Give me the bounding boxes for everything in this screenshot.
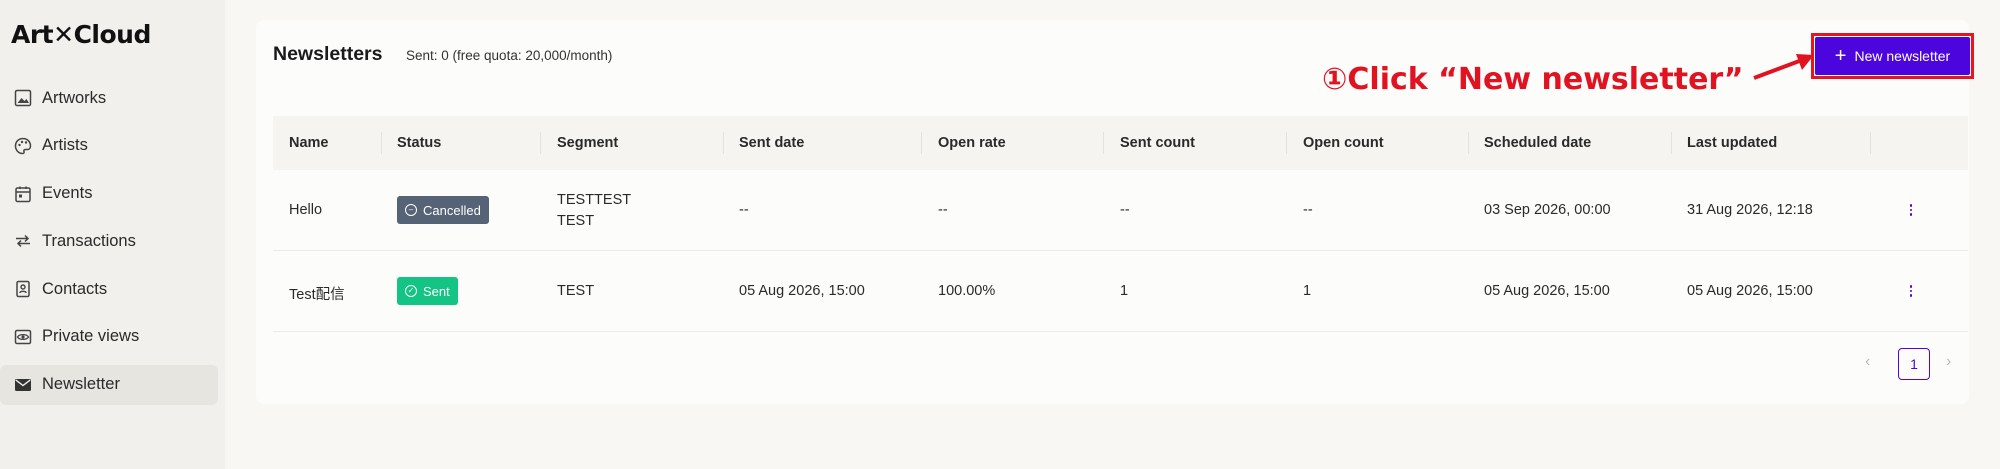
column-separator <box>1671 132 1672 154</box>
eye-icon <box>14 329 32 345</box>
column-header-last-updated: Last updated <box>1687 135 1778 151</box>
sidebar-item-private-views[interactable]: Private views <box>0 317 218 357</box>
calendar-icon <box>15 186 31 202</box>
column-header-scheduled-date: Scheduled date <box>1484 135 1592 151</box>
column-separator <box>1468 132 1469 154</box>
cell-sent-date: 05 Aug 2026, 15:00 <box>739 283 865 299</box>
cell-open-count: -- <box>1303 202 1313 218</box>
cell-scheduled-date: 05 Aug 2026, 15:00 <box>1484 283 1610 299</box>
cell-open-count: 1 <box>1303 283 1312 299</box>
table-header: Name Status Segment Sent date Open rate … <box>273 116 1968 170</box>
sidebar-item-artists[interactable]: Artists <box>0 126 218 166</box>
sidebar-item-label: Transactions <box>42 231 136 250</box>
new-newsletter-label: New newsletter <box>1854 48 1951 64</box>
column-separator <box>723 132 724 154</box>
cell-segment: TESTTEST <box>557 192 632 208</box>
cell-scheduled-date: 03 Sep 2026, 00:00 <box>1484 202 1611 218</box>
cell-open-rate: 100.00% <box>938 283 996 299</box>
status-badge: – Cancelled <box>397 196 489 224</box>
cell-open-rate: -- <box>938 202 948 218</box>
cell-last-updated: 31 Aug 2026, 12:18 <box>1687 202 1813 218</box>
sidebar-item-transactions[interactable]: Transactions <box>0 221 218 261</box>
cell-segment: TEST <box>557 283 595 299</box>
mail-icon <box>15 378 31 391</box>
cancel-icon: – <box>405 204 417 216</box>
annotation-arrow-icon <box>1753 54 1814 80</box>
image-icon <box>14 89 32 107</box>
column-separator <box>540 132 541 154</box>
cell-sent-count: -- <box>1120 202 1130 218</box>
column-separator <box>1286 132 1287 154</box>
sidebar-item-label: Newsletter <box>42 375 120 394</box>
sidebar-nav: Artworks Artists Events Transactions Con… <box>0 78 225 413</box>
cell-name[interactable]: Test配信 <box>289 283 345 304</box>
contact-icon <box>16 280 30 298</box>
column-header-open-rate: Open rate <box>938 135 1006 151</box>
status-label: Cancelled <box>423 202 481 218</box>
chevron-right-icon[interactable]: › <box>1946 353 1951 371</box>
column-header-sent-date: Sent date <box>739 135 805 151</box>
sidebar-item-label: Artworks <box>42 88 107 107</box>
column-separator <box>1103 132 1104 154</box>
cell-sent-count: 1 <box>1120 283 1129 299</box>
cell-sent-date: -- <box>739 202 749 218</box>
sidebar-item-label: Private views <box>42 327 140 346</box>
table-row[interactable]: Hello – Cancelled TESTTEST TEST -- -- --… <box>273 170 1968 251</box>
column-separator <box>921 132 922 154</box>
sidebar-item-label: Artists <box>42 136 88 155</box>
status-badge: ✓ Sent <box>397 277 458 305</box>
pagination-page[interactable]: 1 <box>1898 348 1930 380</box>
check-icon: ✓ <box>405 285 417 297</box>
chevron-left-icon[interactable]: ‹ <box>1865 353 1870 371</box>
cell-last-updated: 05 Aug 2026, 15:00 <box>1687 283 1813 299</box>
row-menu-icon[interactable] <box>1903 200 1919 220</box>
quota-text: Sent: 0 (free quota: 20,000/month) <box>406 48 613 63</box>
cell-segment: TEST <box>557 213 595 229</box>
instruction-annotation: ①Click “New newsletter” <box>1322 62 1744 97</box>
sidebar-item-artworks[interactable]: Artworks <box>0 78 218 118</box>
page-title: Newsletters <box>273 43 383 65</box>
palette-icon <box>14 137 32 155</box>
sidebar-item-contacts[interactable]: Contacts <box>0 269 218 309</box>
column-separator <box>1870 132 1871 154</box>
column-header-name: Name <box>289 135 329 151</box>
sidebar-item-label: Events <box>42 184 93 203</box>
table-row[interactable]: Test配信 ✓ Sent TEST 05 Aug 2026, 15:00 10… <box>273 251 1968 332</box>
row-menu-icon[interactable] <box>1903 281 1919 301</box>
status-label: Sent <box>423 283 450 299</box>
sidebar: Art✕Cloud Artworks Artists Events Transa… <box>0 0 225 469</box>
new-newsletter-button[interactable]: + New newsletter <box>1815 37 1970 75</box>
swap-icon <box>16 235 30 248</box>
sidebar-item-newsletter[interactable]: Newsletter <box>0 364 218 405</box>
plus-icon: + <box>1834 45 1847 67</box>
sidebar-item-label: Contacts <box>42 279 108 298</box>
column-header-sent-count: Sent count <box>1120 135 1195 151</box>
column-header-segment: Segment <box>557 135 619 151</box>
column-separator <box>381 132 382 154</box>
app-logo[interactable]: Art✕Cloud <box>11 20 151 49</box>
sidebar-item-events[interactable]: Events <box>0 174 218 214</box>
column-header-open-count: Open count <box>1303 135 1384 151</box>
column-header-status: Status <box>397 135 442 151</box>
cell-name[interactable]: Hello <box>289 202 322 218</box>
